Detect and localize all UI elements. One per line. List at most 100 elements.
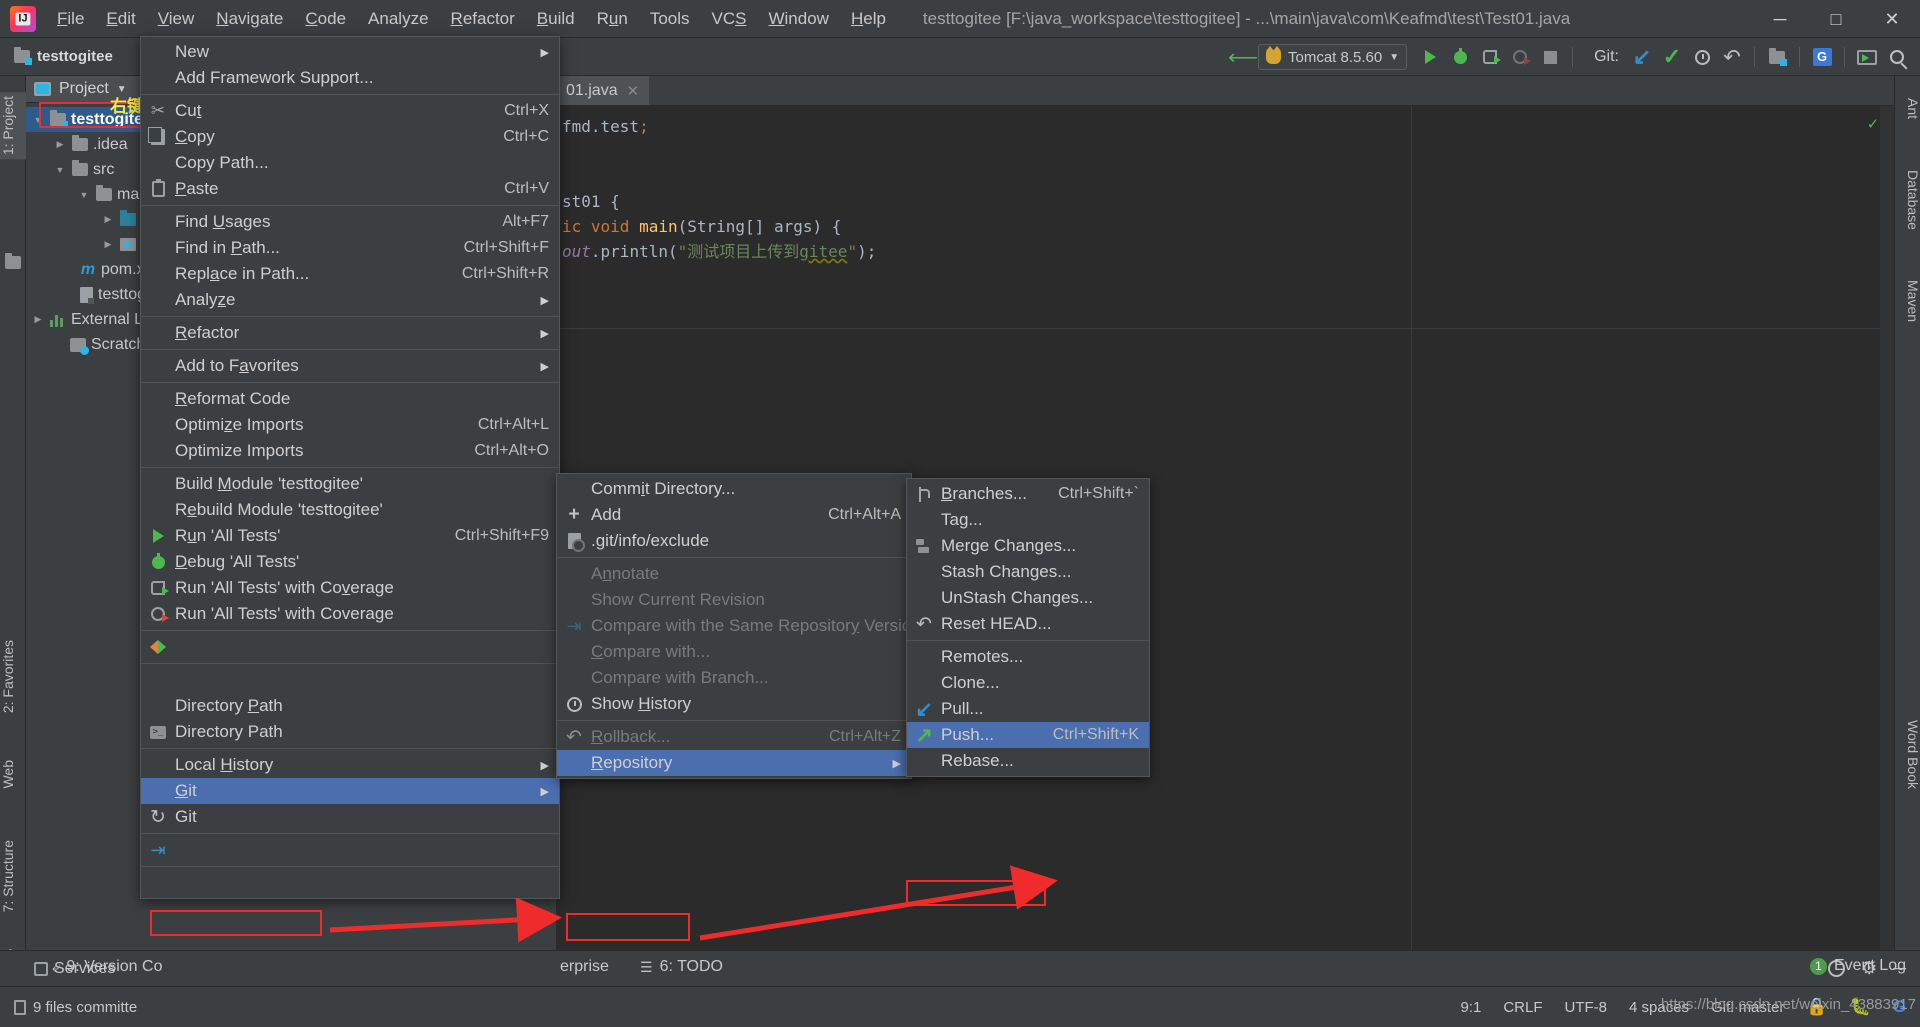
run-configuration-selector[interactable]: Tomcat 8.5.60 ▼ xyxy=(1257,44,1408,70)
expand-arrow-icon[interactable]: ▶ xyxy=(100,214,116,225)
menu-item-copy-path[interactable]: Copy Path... xyxy=(141,150,559,176)
context-menu[interactable]: New▶ Add Framework Support... CutCtrl+X … xyxy=(140,36,560,899)
menu-window[interactable]: Window xyxy=(757,6,839,32)
menu-analyze[interactable]: Analyze xyxy=(357,6,439,32)
event-log-indicator[interactable]: 1 Event Log xyxy=(1809,957,1906,975)
project-structure-icon[interactable] xyxy=(1762,42,1792,72)
menu-item-git[interactable]: Git ▶ xyxy=(141,778,559,804)
sidebar-tab-database[interactable]: Database xyxy=(1895,166,1920,234)
menu-item-analyze[interactable]: Analyze ▶ xyxy=(141,287,559,313)
menu-item-open-in-terminal[interactable]: >_ Directory Path xyxy=(141,719,559,745)
collapse-arrow-icon[interactable]: ▼ xyxy=(52,165,68,175)
status-caret-position[interactable]: 9:1 xyxy=(1460,999,1481,1016)
close-button[interactable]: ✕ xyxy=(1864,0,1920,38)
menu-item-show-in-explorer[interactable] xyxy=(141,667,559,693)
menu-item-add-to-favorites[interactable]: Add to Favorites ▶ xyxy=(141,353,559,379)
stop-icon[interactable] xyxy=(1535,42,1565,72)
menu-item-find-in-path[interactable]: Find in Path... Ctrl+Shift+F xyxy=(141,235,559,261)
editor-tab-test01[interactable]: 01.java ✕ xyxy=(556,76,650,105)
menu-item-directory-path[interactable]: Directory Path xyxy=(141,693,559,719)
menu-item-add[interactable]: Add Ctrl+Alt+A xyxy=(557,502,911,528)
expand-arrow-icon[interactable]: ▶ xyxy=(52,139,68,150)
menu-item-pull[interactable]: Pull... xyxy=(907,696,1149,722)
menu-item-branches[interactable]: Branches... Ctrl+Shift+` xyxy=(907,481,1149,507)
expand-arrow-icon[interactable]: ▶ xyxy=(30,314,46,325)
menu-file[interactable]: File xyxy=(46,6,95,32)
menu-item-optimize-imports[interactable]: Optimize Imports Ctrl+Alt+L xyxy=(141,412,559,438)
menu-view[interactable]: View xyxy=(147,6,206,32)
menu-item-run-with-coverage[interactable]: Run 'All Tests' with Coverage xyxy=(141,575,559,601)
menu-build[interactable]: Build xyxy=(526,6,586,32)
translate-icon[interactable]: G xyxy=(1807,42,1837,72)
menu-code[interactable]: Code xyxy=(294,6,357,32)
sidebar-tab-maven[interactable]: Maven xyxy=(1895,276,1920,326)
menu-item-rebuild-module[interactable]: Rebuild Module 'testtogitee' xyxy=(141,497,559,523)
menu-navigate[interactable]: Navigate xyxy=(205,6,294,32)
git-commit-icon[interactable]: ✓ xyxy=(1657,42,1687,72)
menu-run[interactable]: Run xyxy=(586,6,639,32)
sidebar-tab-web[interactable]: Web xyxy=(0,756,26,793)
menu-item-push[interactable]: Push... Ctrl+Shift+K xyxy=(907,722,1149,748)
git-submenu[interactable]: Commit Directory... Add Ctrl+Alt+A .git/i… xyxy=(556,473,921,779)
menu-item-repository[interactable]: Repository ▶ xyxy=(557,750,911,776)
menu-item-local-history[interactable]: Local History ▶ xyxy=(141,752,559,778)
menu-item-create-all-tests[interactable] xyxy=(141,634,559,660)
menu-item-clone[interactable]: Clone... xyxy=(907,670,1149,696)
menu-item-reset-head[interactable]: Reset HEAD... xyxy=(907,611,1149,637)
menu-item-rebase[interactable]: Rebase... xyxy=(907,748,1149,774)
menu-item-replace-in-path[interactable]: Replace in Path... Ctrl+Shift+R xyxy=(141,261,559,287)
menu-refactor[interactable]: Refactor xyxy=(440,6,526,32)
menu-help[interactable]: Help xyxy=(840,6,897,32)
bottom-tab-todo[interactable]: ☰ 6: TODO xyxy=(640,958,723,976)
menu-item-run-with-jfr[interactable]: Run 'All Tests' with Coverage xyxy=(141,601,559,627)
sidebar-tab-project[interactable]: 1: Project xyxy=(0,92,26,160)
collapse-arrow-icon[interactable]: ▼ xyxy=(76,190,92,200)
menu-item-refactor[interactable]: Refactor ▶ xyxy=(141,320,559,346)
menu-item-run-all-tests[interactable]: Run 'All Tests' Ctrl+Shift+F9 xyxy=(141,523,559,549)
menu-item-debug-all-tests[interactable]: Debug 'All Tests' xyxy=(141,549,559,575)
expand-arrow-icon[interactable]: ▶ xyxy=(100,239,116,250)
menu-item-stash-changes[interactable]: Stash Changes... xyxy=(907,559,1149,585)
status-encoding[interactable]: UTF-8 xyxy=(1565,999,1608,1016)
menu-item-new[interactable]: New ▶ xyxy=(141,39,559,65)
build-icon[interactable]: ⟵ xyxy=(1228,42,1258,72)
maximize-button[interactable]: □ xyxy=(1808,0,1864,38)
menu-vcs[interactable]: VCS xyxy=(701,6,758,32)
menu-item-open-module-settings[interactable] xyxy=(141,870,559,896)
menu-item-build-module[interactable]: Build Module 'testtogitee' xyxy=(141,471,559,497)
menu-item-paste[interactable]: Paste Ctrl+V xyxy=(141,176,559,202)
menu-item-add-framework-support[interactable]: Add Framework Support... xyxy=(141,65,559,91)
git-rollback-icon[interactable]: ↶ xyxy=(1717,42,1747,72)
menu-edit[interactable]: Edit xyxy=(95,6,146,32)
main-menu-bar[interactable]: File Edit View Navigate Code Analyze Ref… xyxy=(46,0,897,38)
coverage-icon[interactable] xyxy=(1475,42,1505,72)
menu-item-reformat-code[interactable]: Reformat Code xyxy=(141,386,559,412)
menu-item-tag[interactable]: Tag... xyxy=(907,507,1149,533)
menu-item-reload-from-disk[interactable]: Git xyxy=(141,804,559,830)
menu-item-git-info-exclude[interactable]: .git/info/exclude xyxy=(557,528,911,554)
status-line-separator[interactable]: CRLF xyxy=(1503,999,1542,1016)
menu-item-find-usages[interactable]: Find Usages Alt+F7 xyxy=(141,209,559,235)
sidebar-tab-ant[interactable]: Ant xyxy=(1895,94,1920,123)
inspection-ok-icon[interactable]: ✓ xyxy=(1868,114,1878,134)
sidebar-tab-favorites[interactable]: 2: Favorites xyxy=(0,636,26,717)
menu-tools[interactable]: Tools xyxy=(639,6,701,32)
close-icon[interactable]: ✕ xyxy=(627,82,640,100)
git-update-icon[interactable]: ↙ xyxy=(1627,42,1657,72)
search-icon[interactable] xyxy=(1882,42,1912,72)
sidebar-tab-structure[interactable]: 7: Structure xyxy=(0,836,26,916)
sidebar-tab-wordbook[interactable]: Word Book xyxy=(1895,716,1920,793)
menu-item-unstash-changes[interactable]: UnStash Changes... xyxy=(907,585,1149,611)
menu-item-remove-module[interactable]: Optimize Imports Ctrl+Alt+O xyxy=(141,438,559,464)
menu-item-merge-changes[interactable]: Merge Changes... xyxy=(907,533,1149,559)
git-history-icon[interactable] xyxy=(1687,42,1717,72)
menu-item-commit-directory[interactable]: Commit Directory... xyxy=(557,476,911,502)
terminal-icon[interactable] xyxy=(1852,42,1882,72)
debug-icon[interactable] xyxy=(1445,42,1475,72)
profiler-icon[interactable] xyxy=(1505,42,1535,72)
menu-item-compare-with[interactable] xyxy=(141,837,559,863)
menu-item-show-history[interactable]: Show History xyxy=(557,691,911,717)
repository-submenu[interactable]: Branches... Ctrl+Shift+` Tag... Merge Cha… xyxy=(906,478,1150,777)
run-icon[interactable] xyxy=(1415,42,1445,72)
menu-item-cut[interactable]: Cut Ctrl+X xyxy=(141,98,559,124)
